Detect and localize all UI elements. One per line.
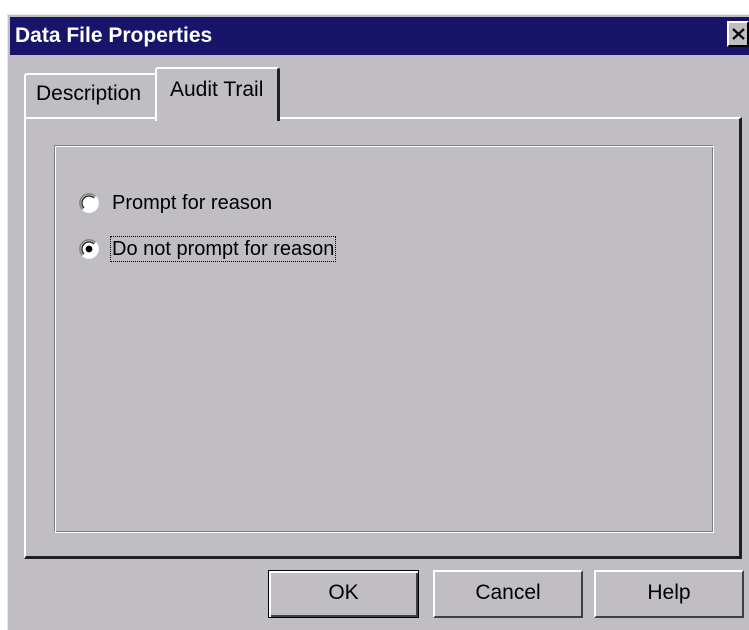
data-file-properties-dialog: Data File Properties Description Audit T… (7, 14, 749, 630)
cancel-button[interactable]: Cancel (433, 570, 583, 618)
title-bar[interactable]: Data File Properties (10, 17, 749, 55)
window-title: Data File Properties (15, 24, 213, 47)
close-button[interactable] (727, 21, 749, 47)
tab-description[interactable]: Description (24, 73, 157, 117)
prompt-for-reason-label: Prompt for reason (112, 192, 273, 214)
ok-button[interactable]: OK (268, 570, 419, 618)
radio-checked-icon[interactable] (79, 239, 99, 259)
prompt-for-reason-radio[interactable]: Prompt for reason (79, 189, 273, 217)
tab-description-label: Description (36, 82, 142, 105)
close-icon (732, 28, 745, 40)
do-not-prompt-for-reason-label: Do not prompt for reason (109, 236, 337, 262)
tab-audit-trail-label: Audit Trail (170, 78, 264, 101)
do-not-prompt-for-reason-radio[interactable]: Do not prompt for reason (79, 235, 337, 263)
audit-trail-panel: Prompt for reason Do not prompt for reas… (24, 117, 742, 559)
help-button[interactable]: Help (594, 570, 744, 618)
radio-unchecked-icon[interactable] (79, 193, 99, 213)
tab-audit-trail[interactable]: Audit Trail (155, 67, 280, 121)
reason-option-group: Prompt for reason Do not prompt for reas… (54, 145, 714, 533)
